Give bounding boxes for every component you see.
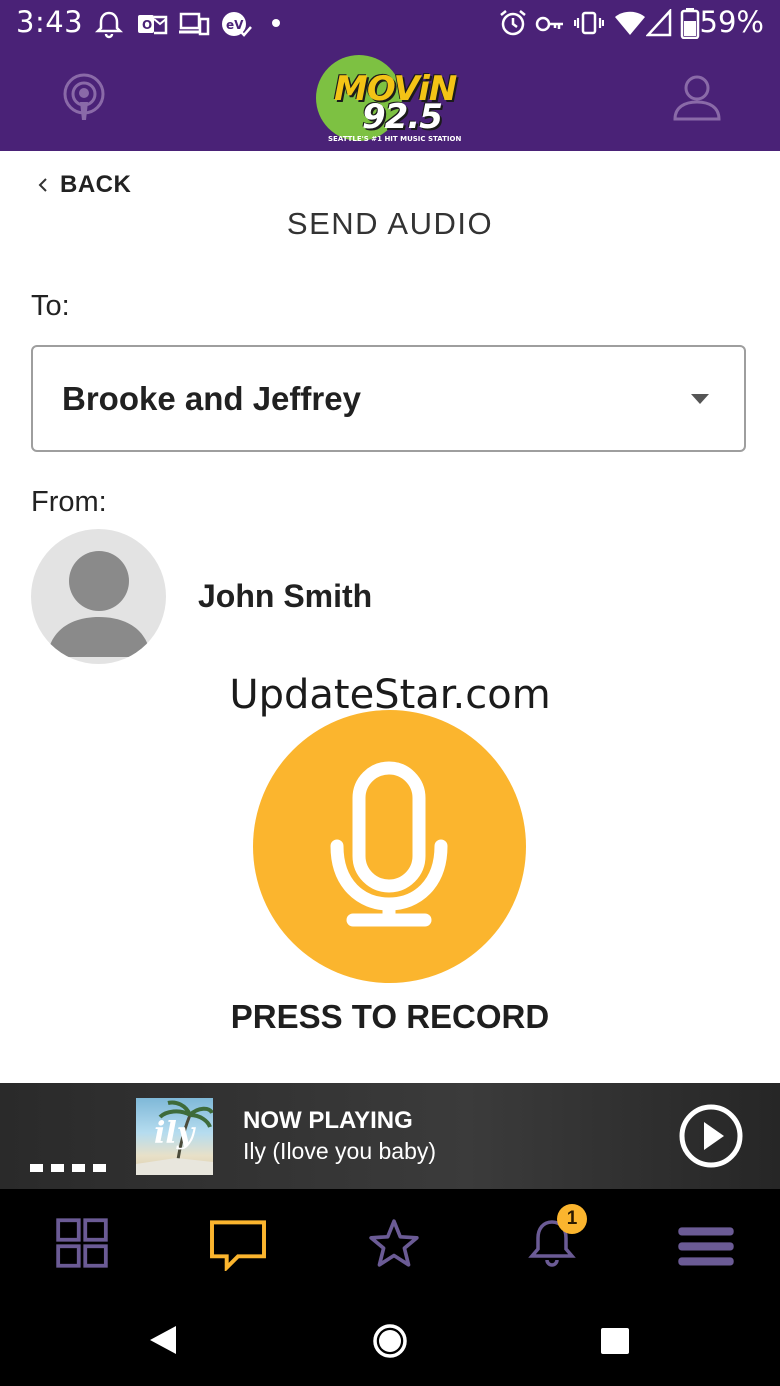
dropdown-arrow-icon [691, 393, 709, 404]
microphone-icon [330, 761, 448, 927]
to-label: To: [31, 290, 70, 322]
dot-icon [272, 19, 280, 27]
play-icon[interactable] [678, 1103, 744, 1169]
alarm-icon [500, 10, 526, 36]
back-label: BACK [60, 171, 132, 198]
outlook-icon: O [138, 15, 168, 35]
back-nav-icon[interactable] [148, 1324, 178, 1356]
now-playing-song: Ily (Ilove you baby) [243, 1138, 437, 1164]
status-bar: 3:43 O eV 59% [0, 0, 780, 50]
profile-icon[interactable] [672, 74, 722, 122]
back-button[interactable]: BACK [36, 168, 131, 202]
recipient-value: Brooke and Jeffrey [62, 379, 361, 417]
key-icon [535, 16, 563, 32]
svg-text:O: O [142, 18, 152, 32]
sender-name: John Smith [198, 578, 373, 614]
record-label: PRESS TO RECORD [230, 998, 550, 1035]
from-label: From: [31, 486, 107, 518]
recents-nav-icon[interactable] [600, 1327, 630, 1355]
chat-icon[interactable] [208, 1219, 268, 1271]
battery-icon [680, 8, 700, 39]
album-art-text: ily [154, 1116, 195, 1151]
home-nav-icon[interactable] [372, 1323, 408, 1359]
wifi-icon [615, 11, 645, 35]
logo-tagline: SEATTLE'S #1 HIT MUSIC STATION [328, 135, 462, 143]
star-icon[interactable] [364, 1217, 424, 1269]
grid-icon[interactable] [52, 1217, 112, 1269]
notification-badge: 1 [557, 1204, 587, 1234]
record-button[interactable] [253, 710, 526, 983]
recipient-select[interactable]: Brooke and Jeffrey [31, 345, 746, 452]
app-header: MOViN 92.5 SEATTLE'S #1 HIT MUSIC STATIO… [0, 50, 780, 151]
avatar [31, 529, 166, 664]
progress-dots [30, 1164, 106, 1172]
battery-percent: 59% [699, 5, 764, 39]
chevron-left-icon [38, 178, 47, 192]
now-playing-heading: NOW PLAYING [243, 1107, 413, 1134]
bottom-tab-bar: 1 [0, 1189, 780, 1291]
station-logo: MOViN 92.5 SEATTLE'S #1 HIT MUSIC STATIO… [312, 53, 468, 147]
logo-line2: 92.5 [362, 97, 443, 137]
watermark: UpdateStar.com [229, 672, 551, 718]
now-playing-bar[interactable]: ily NOW PLAYING Ily (Ilove you baby) [0, 1083, 780, 1189]
ev-icon: eV [222, 12, 252, 37]
status-time: 3:43 [16, 5, 84, 39]
vibrate-icon [574, 11, 604, 35]
album-art: ily [136, 1098, 213, 1175]
signal-icon [646, 9, 672, 37]
bell-icon [94, 11, 124, 39]
page-title: SEND AUDIO [286, 206, 494, 241]
podcast-icon[interactable] [60, 72, 108, 122]
person-icon [47, 551, 151, 657]
svg-text:eV: eV [226, 18, 244, 32]
system-navigation-bar [0, 1291, 780, 1386]
menu-icon[interactable] [676, 1221, 736, 1273]
devices-icon [179, 12, 210, 36]
